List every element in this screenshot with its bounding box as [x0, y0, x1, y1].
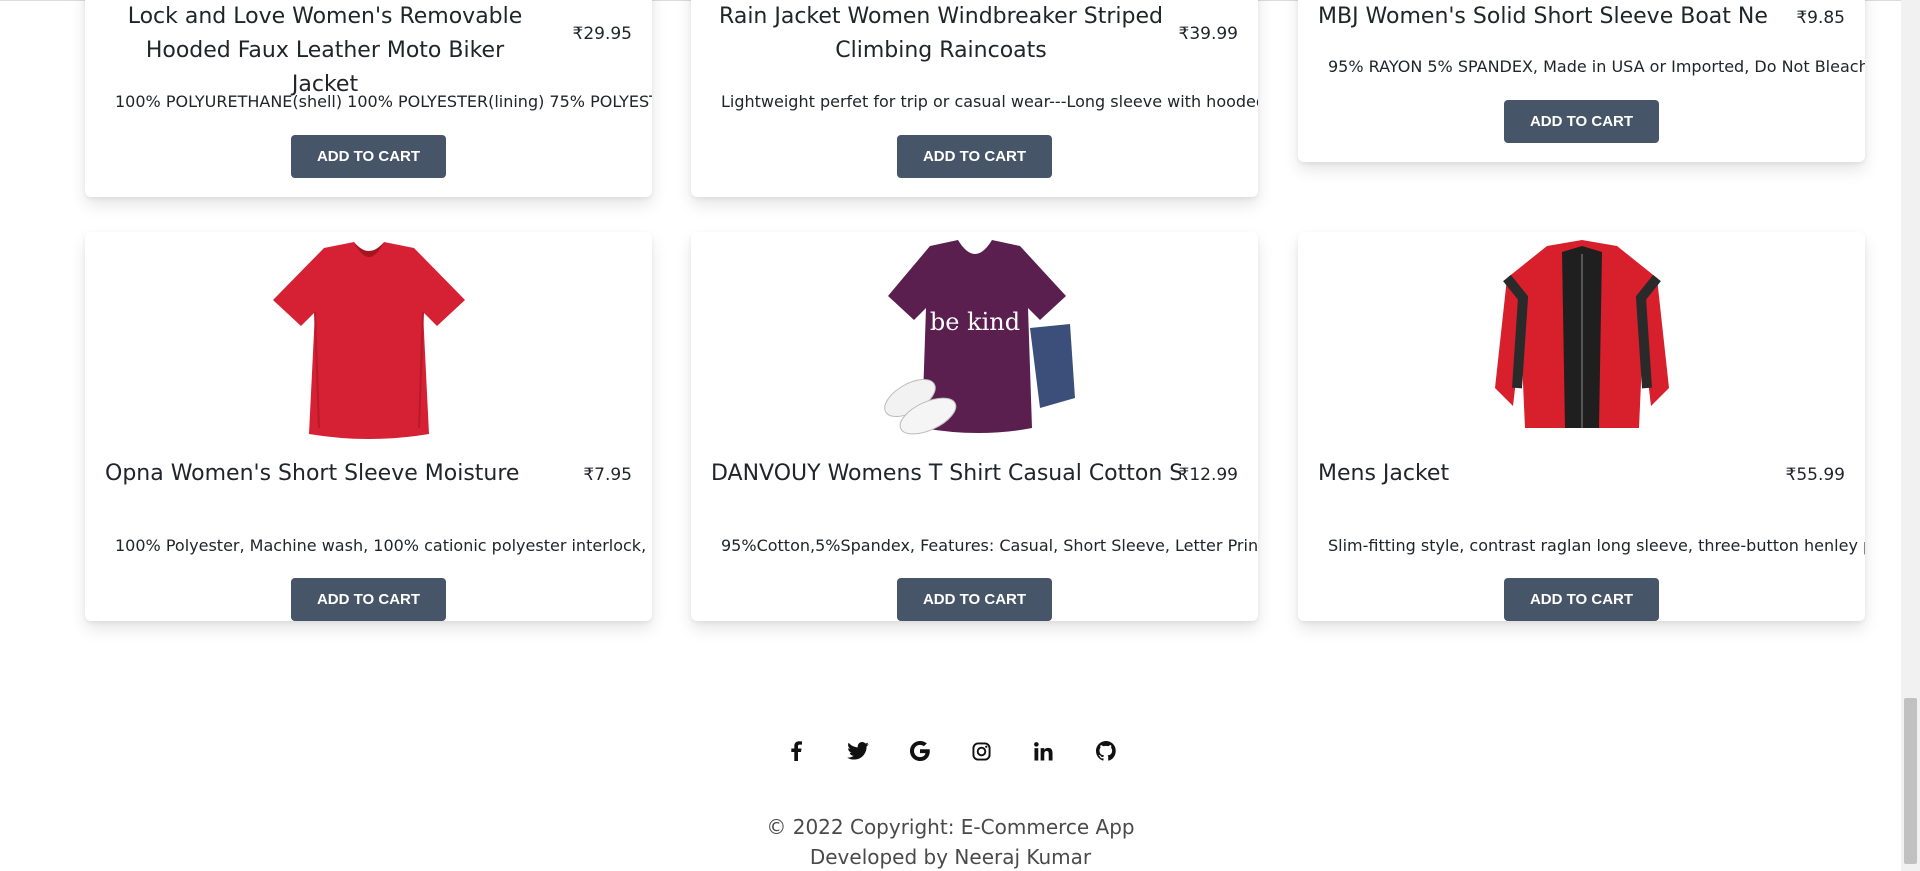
- product-card: MBJ Women's Solid Short Sleeve Boat Neck…: [1298, 0, 1865, 162]
- product-price: ₹12.99: [1178, 465, 1238, 485]
- product-description: 95%Cotton,5%Spandex, Features: Casual, S…: [721, 536, 1258, 555]
- google-icon[interactable]: [909, 740, 931, 762]
- footer-copyright: © 2022 Copyright: E-Commerce App: [766, 815, 1135, 839]
- product-card: be kind DANVOUY Womens T Shirt Casual Co…: [691, 232, 1258, 621]
- product-title: MBJ Women's Solid Short Sleeve Boat Neck…: [1318, 4, 1768, 29]
- github-icon[interactable]: [1095, 740, 1117, 762]
- product-price: ₹39.99: [1178, 24, 1238, 44]
- purple-tshirt-image: be kind: [883, 240, 1075, 435]
- product-card: Rain Jacket Women Windbreaker Striped Cl…: [691, 0, 1258, 197]
- product-title: Opna Women's Short Sleeve Moisture: [105, 461, 520, 486]
- product-title: Lock and Love Women's Removable Hooded F…: [127, 4, 523, 97]
- product-description: 95% RAYON 5% SPANDEX, Made in USA or Imp…: [1328, 57, 1865, 76]
- add-to-cart-button[interactable]: ADD TO CART: [897, 578, 1052, 621]
- product-price: ₹7.95: [583, 465, 632, 485]
- product-card: Lock and Love Women's Removable Hooded F…: [85, 0, 652, 197]
- vertical-scrollbar[interactable]: [1901, 0, 1920, 871]
- red-tshirt-image: [272, 242, 465, 439]
- product-description: 100% POLYURETHANE(shell) 100% POLYESTER(…: [115, 92, 652, 111]
- shirt-print-text: be kind: [929, 308, 1019, 336]
- product-price: ₹55.99: [1785, 465, 1845, 485]
- product-image: [85, 238, 652, 442]
- linkedin-icon[interactable]: [1033, 740, 1055, 762]
- add-to-cart-button[interactable]: ADD TO CART: [897, 135, 1052, 178]
- product-description: 100% Polyester, Machine wash, 100% catio…: [115, 536, 652, 555]
- product-image: [1298, 238, 1865, 442]
- product-description: Lightweight perfet for trip or casual we…: [721, 92, 1258, 111]
- product-card: Opna Women's Short Sleeve Moisture ₹7.95…: [85, 232, 652, 621]
- product-price: ₹9.85: [1796, 8, 1845, 28]
- social-links: [0, 740, 1901, 762]
- twitter-icon[interactable]: [846, 740, 869, 762]
- product-card: Mens Jacket ₹55.99 Slim-fitting style, c…: [1298, 232, 1865, 621]
- footer-developer: Developed by Neeraj Kumar: [809, 845, 1092, 869]
- product-description: Slim-fitting style, contrast raglan long…: [1328, 536, 1865, 555]
- product-title: DANVOUY Womens T Shirt Casual Cotton Sho…: [711, 461, 1181, 486]
- add-to-cart-button[interactable]: ADD TO CART: [1504, 578, 1659, 621]
- scrollbar-thumb[interactable]: [1904, 698, 1917, 864]
- add-to-cart-button[interactable]: ADD TO CART: [291, 578, 446, 621]
- add-to-cart-button[interactable]: ADD TO CART: [291, 135, 446, 178]
- product-title: Mens Jacket: [1318, 461, 1450, 486]
- product-price: ₹29.95: [572, 24, 632, 44]
- product-title: Rain Jacket Women Windbreaker Striped Cl…: [719, 4, 1163, 63]
- facebook-icon[interactable]: [785, 740, 807, 762]
- product-image: be kind: [691, 238, 1258, 442]
- instagram-icon[interactable]: [971, 740, 993, 762]
- add-to-cart-button[interactable]: ADD TO CART: [1504, 100, 1659, 143]
- red-jacket-image: [1494, 240, 1669, 428]
